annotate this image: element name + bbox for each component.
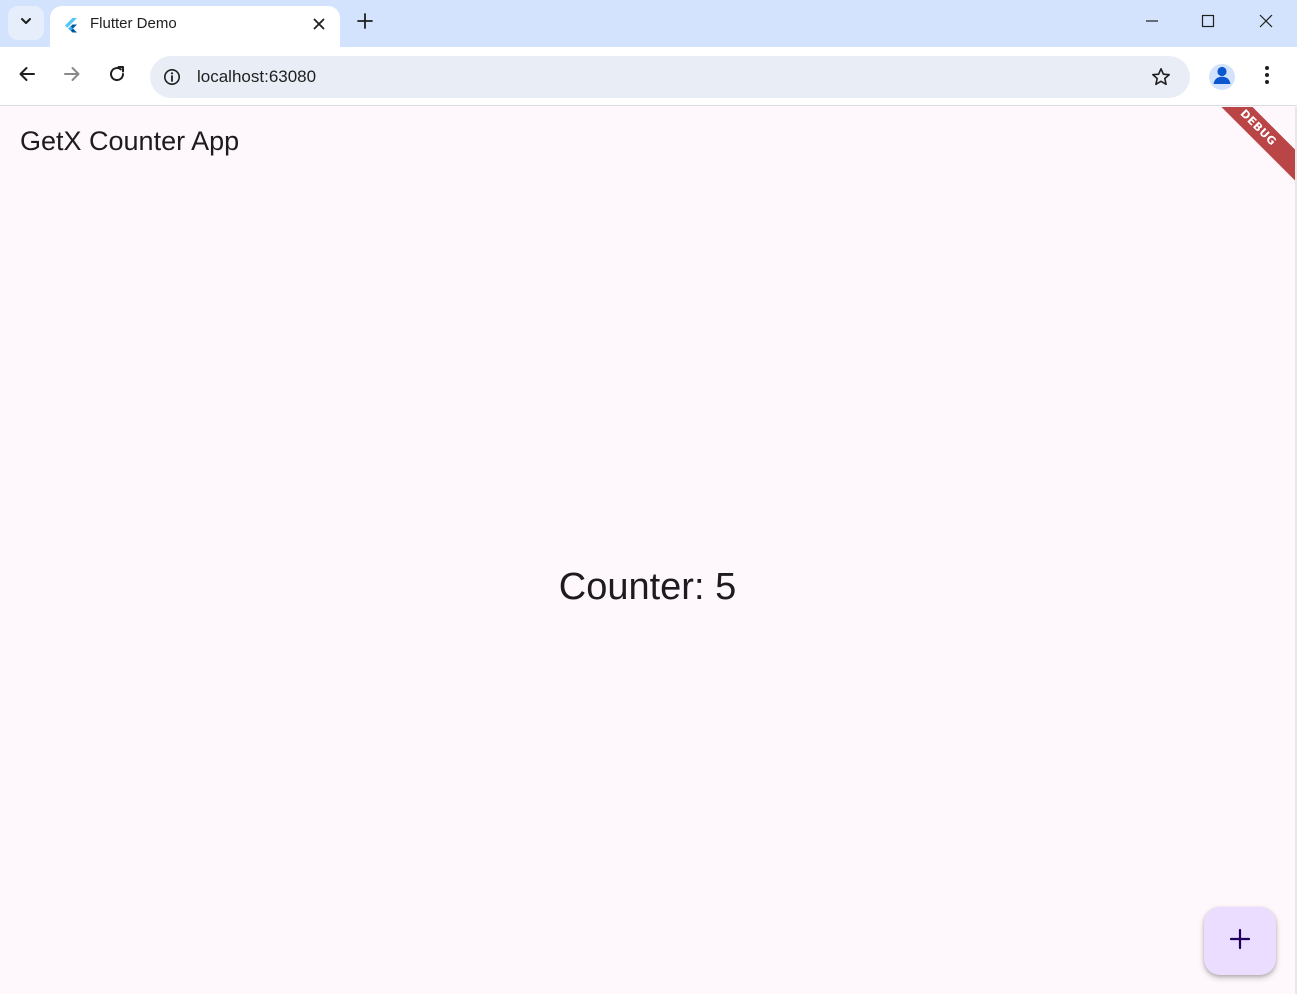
browser-tab-strip: Flutter Demo [0, 0, 1297, 47]
new-tab-button[interactable] [354, 12, 376, 34]
more-vert-icon [1264, 65, 1270, 90]
counter-text: Counter: 5 [558, 566, 737, 608]
debug-banner: DEBUG [1197, 107, 1295, 189]
reload-button[interactable] [104, 63, 130, 89]
site-info-icon[interactable] [162, 67, 182, 87]
maximize-icon [1201, 14, 1215, 33]
browser-tab-active[interactable]: Flutter Demo [50, 6, 340, 47]
tab-close-icon[interactable] [310, 15, 328, 33]
minimize-button[interactable] [1139, 10, 1165, 36]
flutter-logo-icon [63, 17, 79, 33]
plus-icon [357, 12, 373, 34]
address-bar-url[interactable]: localhost:63080 [197, 67, 316, 87]
browser-toolbar: localhost:63080 [0, 47, 1297, 106]
arrow-left-icon [18, 65, 36, 88]
back-button[interactable] [14, 63, 40, 89]
close-icon [1259, 14, 1273, 33]
page-title: GetX Counter App [20, 126, 240, 156]
app-viewport: GetX Counter App Counter: 5 DEBUG [0, 107, 1295, 994]
profile-avatar[interactable] [1209, 64, 1235, 90]
arrow-right-icon [63, 65, 81, 88]
increment-button[interactable] [1204, 907, 1276, 975]
tab-title: Flutter Demo [90, 15, 177, 32]
forward-button[interactable] [59, 63, 85, 89]
reload-icon [108, 65, 126, 88]
bookmark-star-icon[interactable] [1150, 66, 1172, 88]
tab-search-button[interactable] [8, 6, 44, 40]
browser-menu-button[interactable] [1256, 64, 1278, 90]
address-bar[interactable]: localhost:63080 [150, 56, 1190, 98]
maximize-button[interactable] [1195, 10, 1221, 36]
minimize-icon [1145, 14, 1159, 33]
window-close-button[interactable] [1253, 10, 1279, 36]
person-icon [1209, 64, 1235, 90]
add-icon [1229, 928, 1251, 955]
chevron-down-icon [19, 14, 33, 33]
